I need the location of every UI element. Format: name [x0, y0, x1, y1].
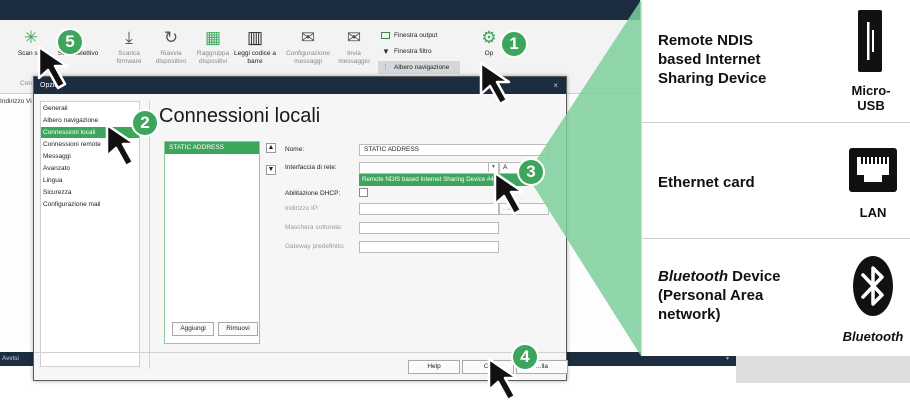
- micro-usb-caption-2: USB: [857, 98, 885, 113]
- bluetooth-title: Bluetooth Device (Personal Area network): [658, 267, 781, 324]
- cursor-icon-2: [105, 123, 137, 168]
- ethernet-title: Ethernet card: [658, 174, 755, 191]
- row-ndis: Remote NDIS based Internet Sharing Devic…: [642, 0, 910, 122]
- device-word: Device: [727, 268, 781, 285]
- row-bluetooth: Bluetooth Device (Personal Area network)…: [642, 238, 910, 356]
- micro-usb-icon: [858, 10, 882, 72]
- bluetooth-line-1: Bluetooth Device: [658, 267, 781, 286]
- ndis-line-3: Sharing Device: [658, 70, 767, 87]
- micro-usb-caption-1: Micro-: [851, 83, 891, 98]
- bluetooth-line-3: network): [658, 306, 721, 323]
- cursor-icon-5: [37, 45, 69, 90]
- bluetooth-icon: [853, 256, 893, 316]
- connection-types-panel: Remote NDIS based Internet Sharing Devic…: [641, 0, 910, 356]
- lan-port-icon: [849, 148, 897, 192]
- lan-caption: LAN: [859, 205, 887, 220]
- ndis-line-2: based Internet: [658, 51, 761, 68]
- cursor-icon-3: [493, 171, 525, 216]
- bluetooth-caption: Bluetooth: [842, 329, 904, 344]
- step-badge-1: 1: [500, 30, 528, 58]
- bluetooth-line-2: (Personal Area: [658, 287, 764, 304]
- micro-usb-caption: Micro- USB: [840, 83, 902, 113]
- row-ethernet: Ethernet card LAN: [642, 122, 910, 238]
- bluetooth-word: Bluetooth: [658, 268, 728, 285]
- ndis-title: Remote NDIS based Internet Sharing Devic…: [658, 31, 766, 88]
- cursor-icon-4: [487, 357, 519, 402]
- cursor-icon-1: [479, 61, 511, 106]
- ndis-line-1: Remote NDIS: [658, 32, 754, 49]
